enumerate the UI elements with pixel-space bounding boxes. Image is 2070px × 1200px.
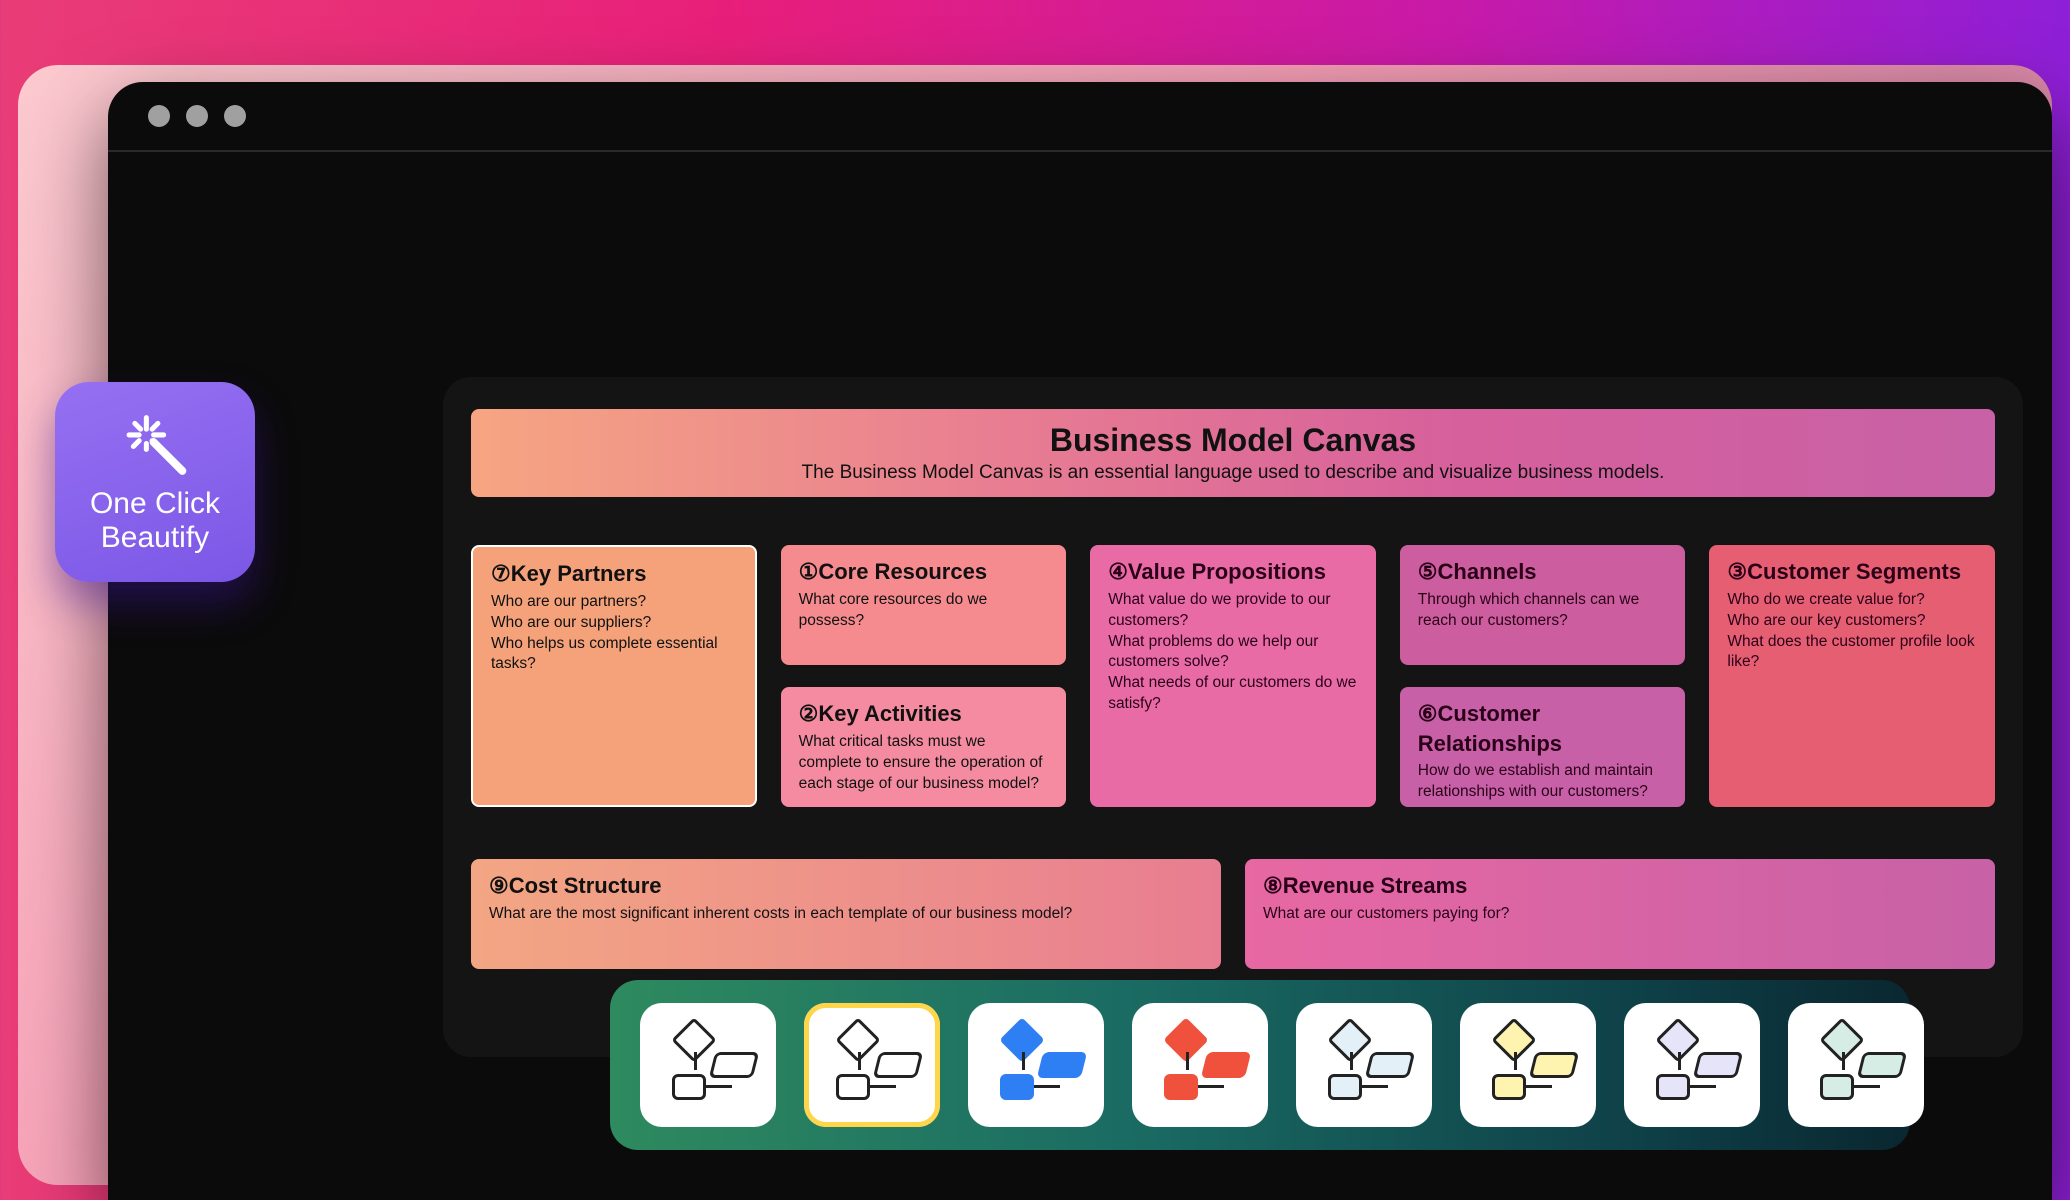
- flowchart-thumb-icon: [1150, 1022, 1250, 1108]
- window-titlebar: [108, 82, 2052, 152]
- flowchart-thumb-icon: [1478, 1022, 1578, 1108]
- maximize-icon[interactable]: [224, 105, 246, 127]
- card-body: What critical tasks must we complete to …: [799, 732, 1049, 795]
- card-body: Who are our partners?Who are our supplie…: [491, 592, 737, 676]
- card-title: ⑤Channels: [1418, 557, 1668, 587]
- theme-option-mint[interactable]: [1788, 1003, 1924, 1127]
- card-title: ⑥Customer Relationships: [1418, 699, 1668, 758]
- card-key-activities[interactable]: ②Key Activities What critical tasks must…: [781, 687, 1067, 807]
- theme-option-blue[interactable]: [968, 1003, 1104, 1127]
- canvas-title: Business Model Canvas: [1050, 422, 1416, 459]
- card-title: ⑧Revenue Streams: [1263, 871, 1977, 901]
- minimize-icon[interactable]: [186, 105, 208, 127]
- card-key-partners[interactable]: ⑦Key Partners Who are our partners?Who a…: [471, 545, 757, 807]
- card-body: What value do we provide to our customer…: [1108, 590, 1358, 716]
- bmc-grid: ⑦Key Partners Who are our partners?Who a…: [471, 545, 1995, 807]
- flowchart-thumb-icon: [658, 1022, 758, 1108]
- card-body: What core resources do we possess?: [799, 590, 1049, 632]
- card-channels[interactable]: ⑤Channels Through which channels can we …: [1400, 545, 1686, 665]
- card-body: What are our customers paying for?: [1263, 904, 1977, 925]
- theme-option-lavender[interactable]: [1624, 1003, 1760, 1127]
- card-cost-structure[interactable]: ⑨Cost Structure What are the most signif…: [471, 859, 1221, 969]
- bmc-bottom-row: ⑨Cost Structure What are the most signif…: [471, 859, 1995, 969]
- card-customer-segments[interactable]: ③Customer Segments Who do we create valu…: [1709, 545, 1995, 807]
- close-icon[interactable]: [148, 105, 170, 127]
- sparkle-wand-icon: [119, 409, 191, 481]
- theme-option-ice[interactable]: [1296, 1003, 1432, 1127]
- flowchart-thumb-icon: [1806, 1022, 1906, 1108]
- theme-picker-bar: [610, 980, 1910, 1150]
- card-title: ①Core Resources: [799, 557, 1049, 587]
- flowchart-thumb-icon: [1314, 1022, 1414, 1108]
- theme-option-yellow[interactable]: [1460, 1003, 1596, 1127]
- card-revenue-streams[interactable]: ⑧Revenue Streams What are our customers …: [1245, 859, 1995, 969]
- canvas-area[interactable]: Business Model Canvas The Business Model…: [443, 377, 2023, 1057]
- card-body: Who do we create value for?Who are our k…: [1727, 590, 1977, 674]
- theme-option-outline-2[interactable]: [804, 1003, 940, 1127]
- card-title: ⑦Key Partners: [491, 559, 737, 589]
- flowchart-thumb-icon: [986, 1022, 1086, 1108]
- card-body: How do we establish and maintain relatio…: [1418, 761, 1668, 803]
- card-core-resources[interactable]: ①Core Resources What core resources do w…: [781, 545, 1067, 665]
- canvas-subtitle: The Business Model Canvas is an essentia…: [802, 462, 1665, 484]
- flowchart-thumb-icon: [1642, 1022, 1742, 1108]
- one-click-beautify-button[interactable]: One ClickBeautify: [55, 382, 255, 582]
- flowchart-thumb-icon: [822, 1022, 922, 1108]
- theme-option-outline-1[interactable]: [640, 1003, 776, 1127]
- card-title: ②Key Activities: [799, 699, 1049, 729]
- card-body: Through which channels can we reach our …: [1418, 590, 1668, 632]
- theme-option-red[interactable]: [1132, 1003, 1268, 1127]
- window-traffic-lights: [148, 105, 246, 127]
- card-title: ③Customer Segments: [1727, 557, 1977, 587]
- card-title: ⑨Cost Structure: [489, 871, 1203, 901]
- canvas-banner: Business Model Canvas The Business Model…: [471, 409, 1995, 497]
- beautify-label: One ClickBeautify: [90, 487, 220, 556]
- card-title: ④Value Propositions: [1108, 557, 1358, 587]
- card-body: What are the most significant inherent c…: [489, 904, 1203, 925]
- card-value-propositions[interactable]: ④Value Propositions What value do we pro…: [1090, 545, 1376, 807]
- card-customer-relationships[interactable]: ⑥Customer Relationships How do we establ…: [1400, 687, 1686, 807]
